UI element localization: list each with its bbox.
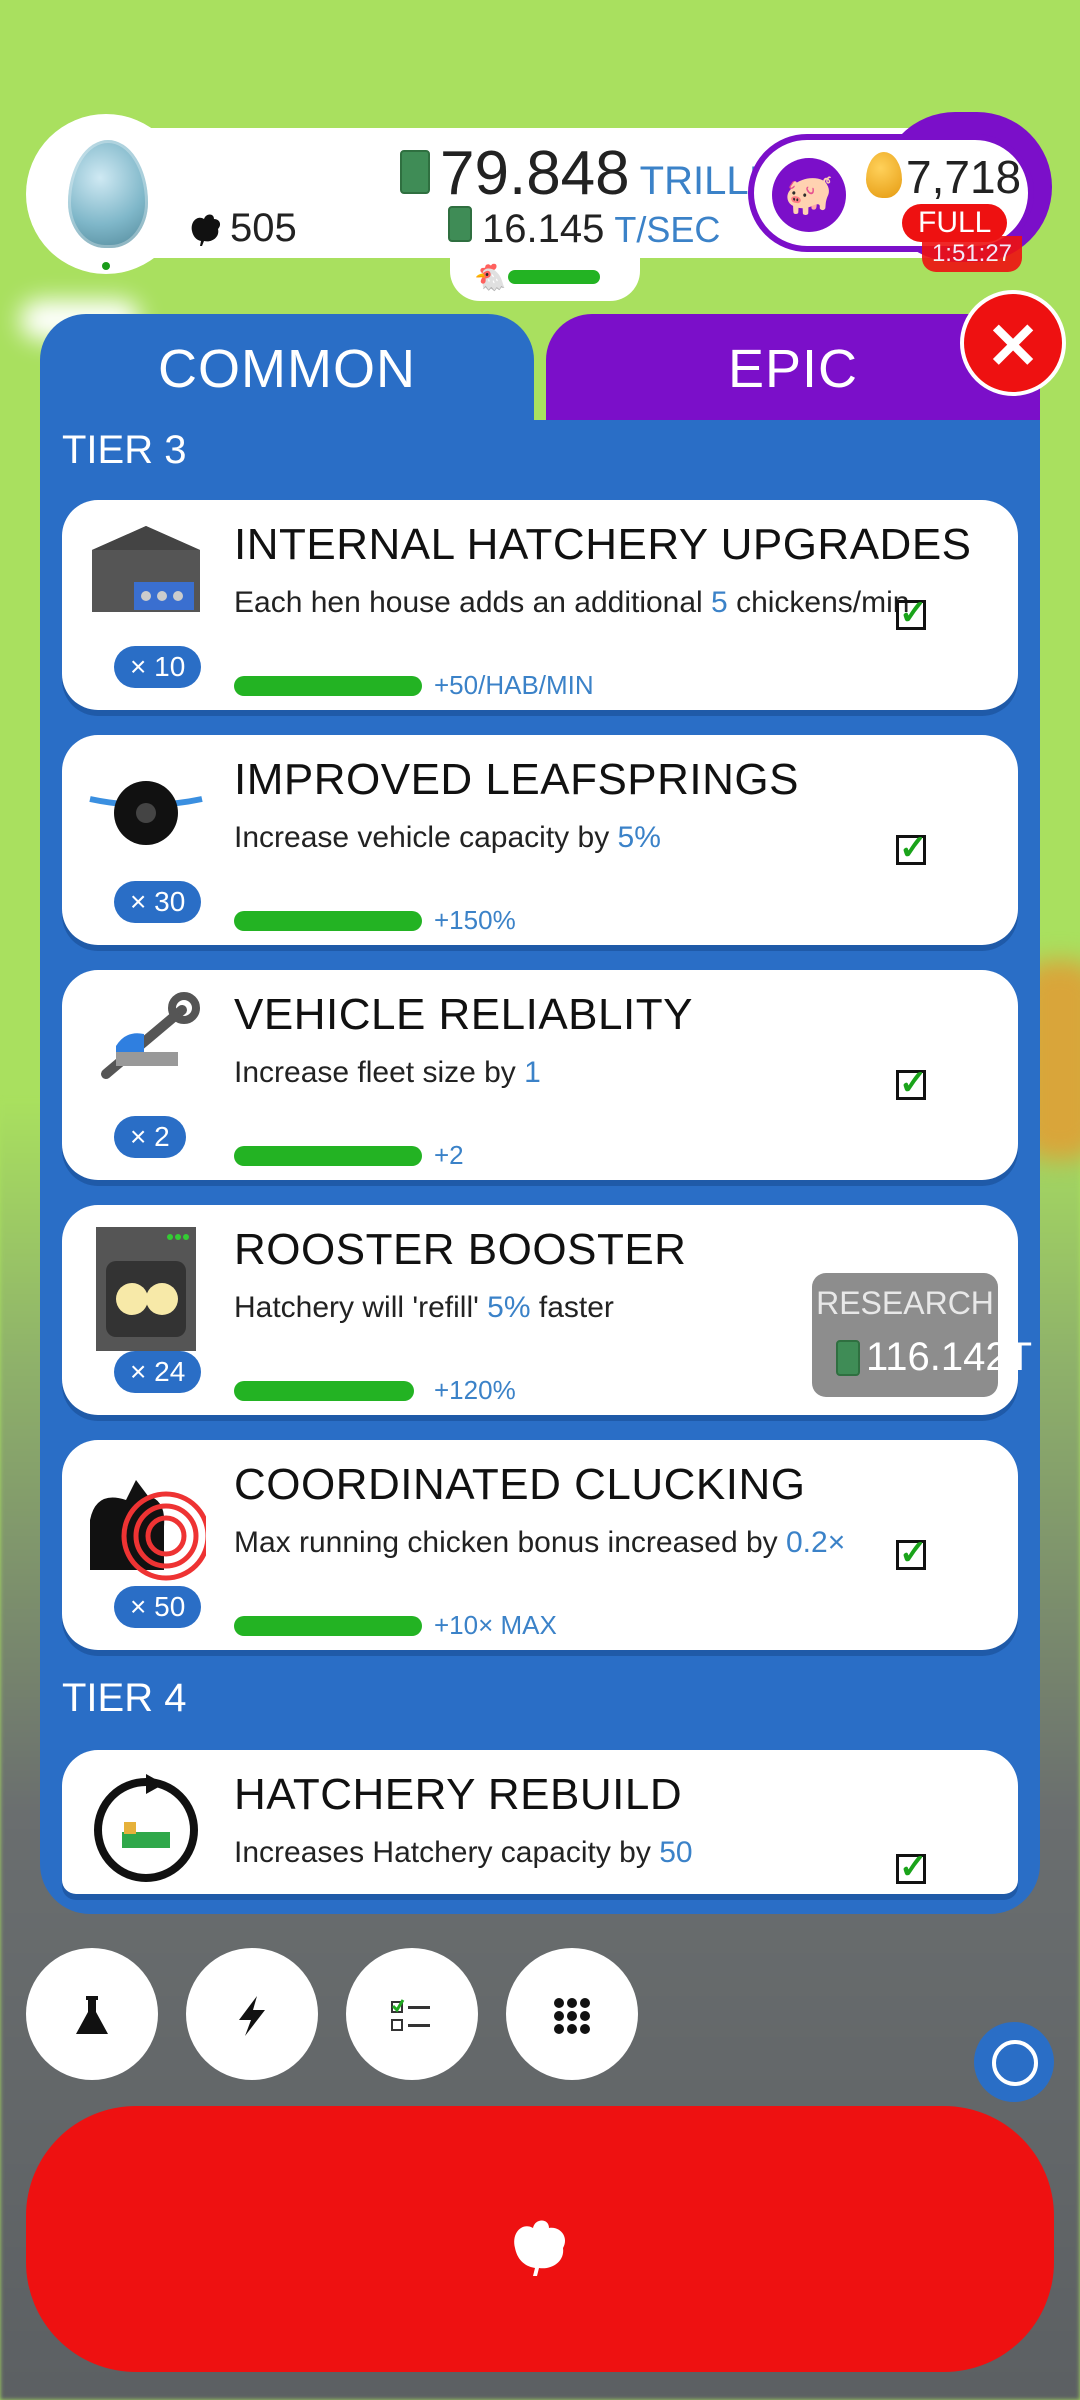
lightning-icon bbox=[239, 1996, 265, 2037]
research-card-coordinated-clucking[interactable]: × 50 COORDINATED CLUCKING Max running ch… bbox=[62, 1440, 1018, 1650]
chicken-count-value: 505 bbox=[230, 206, 297, 250]
completed-checkbox-icon: ✓ bbox=[896, 1850, 928, 1884]
research-gain: +2 bbox=[434, 1140, 464, 1170]
incubator-icon bbox=[86, 1225, 206, 1351]
research-gain: +150% bbox=[434, 905, 516, 935]
golden-eggs-count: 7,718 bbox=[906, 151, 1022, 203]
progress-bar bbox=[234, 1146, 422, 1166]
piggy-bank-icon[interactable]: 🐖 bbox=[772, 158, 846, 232]
running-chicken-icon: 🐔 bbox=[474, 262, 507, 292]
research-description: Hatchery will 'refill' 5% faster bbox=[234, 1291, 614, 1324]
boost-button[interactable] bbox=[186, 1948, 318, 2080]
chicken-count: 505 bbox=[186, 206, 297, 251]
completed-checkbox-icon: ✓ bbox=[896, 1066, 928, 1100]
progress-bar bbox=[234, 911, 422, 931]
golden-egg-icon bbox=[866, 152, 902, 198]
completed-checkbox-icon: ✓ bbox=[896, 1536, 928, 1570]
circle-icon bbox=[992, 2040, 1038, 2086]
wrench-truck-icon bbox=[86, 990, 206, 1100]
research-title: INTERNAL HATCHERY UPGRADES bbox=[234, 520, 972, 569]
clucking-chicken-icon bbox=[86, 1460, 211, 1581]
leafspring-wheel-icon bbox=[86, 755, 206, 865]
research-title: IMPROVED LEAFSPRINGS bbox=[234, 755, 800, 804]
research-price: 116.142T bbox=[836, 1335, 1032, 1380]
checklist-icon bbox=[391, 1999, 430, 2032]
multiplier-badge: × 2 bbox=[114, 1116, 186, 1158]
research-card-improved-leafsprings[interactable]: × 30 IMPROVED LEAFSPRINGS Increase vehic… bbox=[62, 735, 1018, 945]
research-gain: +120% bbox=[434, 1375, 516, 1405]
research-card-vehicle-reliability[interactable]: × 2 VEHICLE RELIABLITY Increase fleet si… bbox=[62, 970, 1018, 1180]
completed-checkbox-icon: ✓ bbox=[896, 596, 928, 630]
research-gain: +10× MAX bbox=[434, 1610, 557, 1640]
multiplier-badge: × 10 bbox=[114, 646, 202, 688]
progress-bar bbox=[234, 1616, 422, 1636]
multiplier-badge: × 24 bbox=[114, 1351, 202, 1393]
chicken-icon bbox=[191, 214, 221, 246]
money-value: 79.848 bbox=[440, 139, 630, 208]
running-bonus-bar bbox=[508, 270, 600, 284]
rate-unit: T/SEC bbox=[614, 209, 721, 250]
research-title: HATCHERY REBUILD bbox=[234, 1770, 683, 1819]
multiplier-badge: × 30 bbox=[114, 881, 202, 923]
close-button[interactable]: ✕ bbox=[960, 290, 1066, 396]
research-description: Increase vehicle capacity by 5% bbox=[234, 821, 661, 854]
research-title: VEHICLE RELIABLITY bbox=[234, 990, 693, 1039]
flask-icon bbox=[76, 1996, 108, 2035]
timer-badge: 1:51:27 bbox=[922, 236, 1022, 272]
grid-icon bbox=[554, 1998, 590, 2035]
progress-bar bbox=[234, 1381, 414, 1401]
research-card-rooster-booster[interactable]: × 24 ROOSTER BOOSTER Hatchery will 'refi… bbox=[62, 1205, 1032, 1415]
progress-bar bbox=[234, 676, 422, 696]
completed-checkbox-icon: ✓ bbox=[896, 831, 928, 865]
research-button[interactable]: RESEARCH 116.142T bbox=[812, 1273, 1032, 1397]
egg-indicator-dot bbox=[102, 262, 110, 270]
missions-button[interactable] bbox=[346, 1948, 478, 2080]
research-title: COORDINATED CLUCKING bbox=[234, 1460, 806, 1509]
earning-rate: 16.145 T/SEC bbox=[448, 206, 720, 252]
hen-icon bbox=[26, 2106, 1054, 2372]
research-button-label: RESEARCH bbox=[816, 1285, 994, 1321]
hen-house-icon bbox=[86, 520, 206, 630]
research-description: Max running chicken bonus increased by 0… bbox=[234, 1526, 846, 1559]
hatch-chicken-button[interactable] bbox=[26, 2106, 1054, 2372]
cash-icon bbox=[448, 206, 472, 242]
help-button[interactable] bbox=[974, 2022, 1054, 2102]
tab-common-label: COMMON bbox=[158, 339, 416, 399]
rate-value: 16.145 bbox=[482, 207, 605, 251]
hatchery-rebuild-icon bbox=[86, 1770, 206, 1882]
research-description: Increase fleet size by 1 bbox=[234, 1056, 541, 1089]
tier-3-label: TIER 3 bbox=[62, 428, 187, 472]
cash-icon bbox=[836, 1339, 860, 1376]
cash-icon bbox=[400, 150, 430, 194]
research-gain: +50/HAB/MIN bbox=[434, 670, 594, 700]
research-description: Increases Hatchery capacity by 50 bbox=[234, 1836, 693, 1869]
research-card-internal-hatchery-upgrades[interactable]: × 10 INTERNAL HATCHERY UPGRADES Each hen… bbox=[62, 500, 1018, 710]
tier-4-label: TIER 4 bbox=[62, 1676, 187, 1720]
research-description: Each hen house adds an additional 5 chic… bbox=[234, 586, 910, 619]
menu-button[interactable] bbox=[506, 1948, 638, 2080]
research-lab-button[interactable] bbox=[26, 1948, 158, 2080]
multiplier-badge: × 50 bbox=[114, 1586, 202, 1628]
research-card-hatchery-rebuild[interactable]: HATCHERY REBUILD Increases Hatchery capa… bbox=[62, 1750, 1018, 1894]
research-title: ROOSTER BOOSTER bbox=[234, 1225, 687, 1274]
